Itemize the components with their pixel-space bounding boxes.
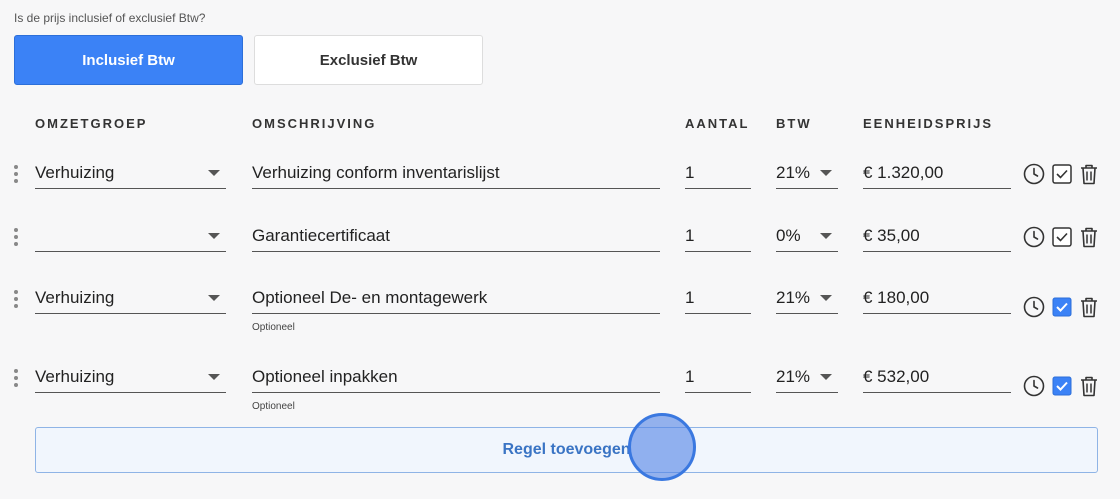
clock-icon[interactable] bbox=[1023, 226, 1045, 253]
chevron-down-icon bbox=[208, 295, 220, 301]
line-item-row: Verhuizing Optioneel inpakken 1 21% € 53… bbox=[0, 361, 1120, 412]
chevron-down-icon bbox=[208, 170, 220, 176]
trash-icon[interactable] bbox=[1079, 163, 1099, 190]
vat-question: Is de prijs inclusief of exclusief Btw? bbox=[14, 11, 206, 25]
checkbox-icon[interactable] bbox=[1052, 297, 1072, 322]
line-item-row: Verhuizing Verhuizing conform inventaris… bbox=[0, 157, 1120, 207]
chevron-down-icon bbox=[820, 170, 832, 176]
header-eenheidsprijs: EENHEIDSPRIJS bbox=[863, 116, 994, 131]
optional-label: Optioneel bbox=[252, 322, 295, 333]
chevron-down-icon bbox=[208, 374, 220, 380]
clock-icon[interactable] bbox=[1023, 163, 1045, 190]
header-omzetgroep: OMZETGROEP bbox=[35, 116, 148, 131]
aantal-value: 1 bbox=[685, 287, 695, 307]
click-indicator bbox=[628, 413, 696, 481]
omzetgroep-value: Verhuizing bbox=[35, 287, 115, 307]
eenheidsprijs-input[interactable]: € 532,00 bbox=[863, 361, 1011, 393]
header-aantal: AANTAL bbox=[685, 116, 750, 131]
drag-handle-icon[interactable] bbox=[12, 369, 20, 387]
chevron-down-icon bbox=[820, 233, 832, 239]
omschrijving-input[interactable]: Optioneel De- en montagewerk bbox=[252, 282, 660, 314]
omschrijving-value: Optioneel De- en montagewerk bbox=[252, 287, 488, 307]
chevron-down-icon bbox=[208, 233, 220, 239]
aantal-input[interactable]: 1 bbox=[685, 361, 751, 393]
eenheidsprijs-value: € 35,00 bbox=[863, 225, 920, 245]
btw-select[interactable]: 21% bbox=[776, 361, 838, 393]
aantal-value: 1 bbox=[685, 366, 695, 386]
omschrijving-value: Garantiecertificaat bbox=[252, 225, 390, 245]
header-btw: BTW bbox=[776, 116, 812, 131]
btw-value: 21% bbox=[776, 287, 811, 307]
aantal-value: 1 bbox=[685, 162, 695, 182]
omschrijving-input[interactable]: Garantiecertificaat bbox=[252, 220, 660, 252]
btw-value: 21% bbox=[776, 162, 811, 182]
chevron-down-icon bbox=[820, 374, 832, 380]
aantal-input[interactable]: 1 bbox=[685, 282, 751, 314]
drag-handle-icon[interactable] bbox=[12, 290, 20, 308]
omzetgroep-select[interactable]: Verhuizing bbox=[35, 157, 226, 189]
omzetgroep-select[interactable]: Verhuizing bbox=[35, 282, 226, 314]
eenheidsprijs-value: € 532,00 bbox=[863, 366, 930, 386]
aantal-value: 1 bbox=[685, 225, 695, 245]
omzetgroep-select[interactable]: Verhuizing bbox=[35, 361, 226, 393]
btw-value: 0% bbox=[776, 225, 801, 245]
chevron-down-icon bbox=[820, 295, 832, 301]
drag-handle-icon[interactable] bbox=[12, 228, 20, 246]
eenheidsprijs-input[interactable]: € 180,00 bbox=[863, 282, 1011, 314]
omschrijving-value: Optioneel inpakken bbox=[252, 366, 398, 386]
clock-icon[interactable] bbox=[1023, 375, 1045, 402]
line-item-row: Verhuizing Optioneel De- en montagewerk … bbox=[0, 282, 1120, 333]
drag-handle-icon[interactable] bbox=[12, 165, 20, 183]
btw-select[interactable]: 21% bbox=[776, 282, 838, 314]
trash-icon[interactable] bbox=[1079, 375, 1099, 402]
exclusive-vat-button[interactable]: Exclusief Btw bbox=[254, 35, 483, 85]
checkbox-icon[interactable] bbox=[1052, 376, 1072, 401]
inclusive-vat-button[interactable]: Inclusief Btw bbox=[14, 35, 243, 85]
trash-icon[interactable] bbox=[1079, 296, 1099, 323]
btw-select[interactable]: 21% bbox=[776, 157, 838, 189]
omschrijving-input[interactable]: Optioneel inpakken bbox=[252, 361, 660, 393]
aantal-input[interactable]: 1 bbox=[685, 157, 751, 189]
add-line-button[interactable]: Regel toevoegen bbox=[35, 427, 1098, 473]
optional-label: Optioneel bbox=[252, 401, 295, 412]
omschrijving-value: Verhuizing conform inventarislijst bbox=[252, 162, 500, 182]
eenheidsprijs-input[interactable]: € 35,00 bbox=[863, 220, 1011, 252]
btw-value: 21% bbox=[776, 366, 811, 386]
aantal-input[interactable]: 1 bbox=[685, 220, 751, 252]
btw-select[interactable]: 0% bbox=[776, 220, 838, 252]
line-item-row: Garantiecertificaat 1 0% € 35,00 bbox=[0, 220, 1120, 270]
eenheidsprijs-value: € 1.320,00 bbox=[863, 162, 944, 182]
omzetgroep-select[interactable] bbox=[35, 220, 226, 252]
header-omschrijving: OMSCHRIJVING bbox=[252, 116, 377, 131]
eenheidsprijs-input[interactable]: € 1.320,00 bbox=[863, 157, 1011, 189]
checkbox-icon[interactable] bbox=[1052, 164, 1072, 189]
clock-icon[interactable] bbox=[1023, 296, 1045, 323]
omzetgroep-value: Verhuizing bbox=[35, 366, 115, 386]
omzetgroep-value: Verhuizing bbox=[35, 162, 115, 182]
trash-icon[interactable] bbox=[1079, 226, 1099, 253]
omschrijving-input[interactable]: Verhuizing conform inventarislijst bbox=[252, 157, 660, 189]
checkbox-icon[interactable] bbox=[1052, 227, 1072, 252]
eenheidsprijs-value: € 180,00 bbox=[863, 287, 930, 307]
